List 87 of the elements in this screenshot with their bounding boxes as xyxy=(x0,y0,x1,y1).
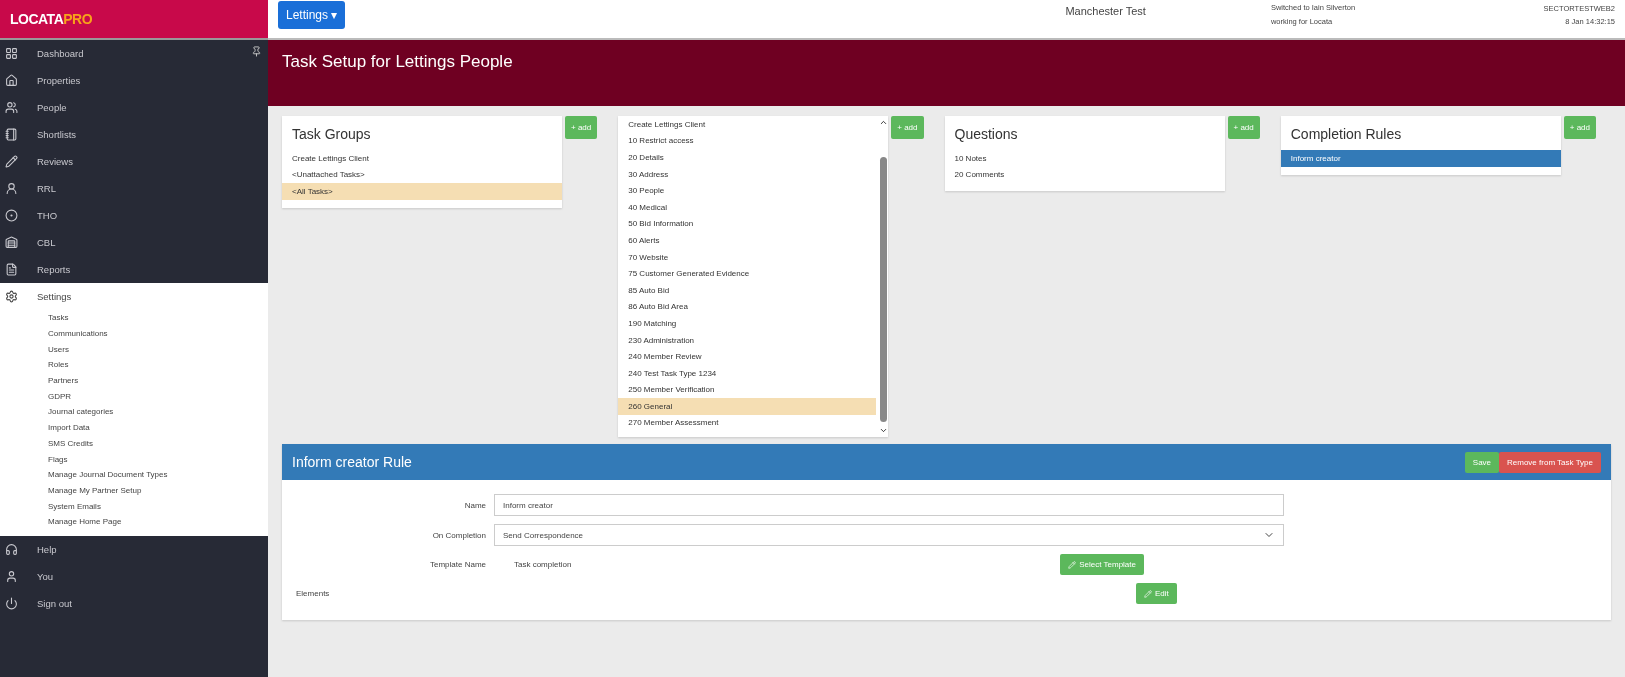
nav-item[interactable]: People xyxy=(37,102,67,113)
nav-subitem[interactable]: Partners xyxy=(48,376,79,386)
nav-subitem[interactable]: Users xyxy=(48,344,69,354)
nav-subitem[interactable]: System Emails xyxy=(48,501,101,511)
list-item[interactable]: 20 Comments xyxy=(944,166,1225,184)
list-item[interactable]: 260 General xyxy=(618,398,877,415)
nav-subitem[interactable]: SMS Credits xyxy=(48,438,93,448)
page-title: Task Setup for Lettings People xyxy=(282,52,514,72)
list-item[interactable]: 10 Notes xyxy=(944,150,1225,167)
nav-item[interactable]: Settings xyxy=(37,291,72,302)
list-item[interactable]: 70 Website xyxy=(618,248,877,266)
nav-item[interactable]: Dashboard xyxy=(37,48,84,59)
pencil-icon xyxy=(1144,589,1152,598)
nav-item[interactable]: Reports xyxy=(37,264,71,275)
nav-subitem[interactable]: Flags xyxy=(48,454,68,464)
headset-icon xyxy=(5,542,19,556)
nav-item[interactable]: Help xyxy=(37,543,57,555)
list-item[interactable]: 60 Alerts xyxy=(618,232,877,249)
nav-item[interactable]: RRL xyxy=(37,183,56,194)
list-item[interactable]: Inform creator xyxy=(1280,150,1561,167)
nav-item[interactable]: THO xyxy=(37,210,58,221)
list-item[interactable]: <All Tasks> xyxy=(282,183,562,200)
list-item[interactable]: 85 Auto Bid xyxy=(618,281,877,299)
nav-subitem[interactable]: Import Data xyxy=(48,423,90,433)
nav-subitem[interactable]: Manage Journal Document Types xyxy=(48,470,168,480)
list-item[interactable]: 230 Administration xyxy=(618,331,877,349)
list-item[interactable]: 190 Matching xyxy=(618,315,877,332)
pencil-icon xyxy=(1068,560,1077,569)
list-item[interactable]: 270 Member Assessment xyxy=(618,414,877,432)
panel-title: Inform creator Rule xyxy=(292,454,412,470)
list-item[interactable]: 86 Auto Bid Area xyxy=(618,298,877,316)
list-item[interactable]: 240 Member Review xyxy=(618,348,877,365)
list-item[interactable]: 50 Bid Information xyxy=(618,215,877,233)
list-item[interactable]: <Unattached Tasks> xyxy=(282,166,562,184)
list-item[interactable]: 240 Test Task Type 1234 xyxy=(618,364,877,382)
list-item[interactable]: 250 Member Verification xyxy=(618,381,877,399)
list-item[interactable]: 40 Medical xyxy=(618,198,877,216)
card-title: Questions xyxy=(953,126,1019,144)
card-title: Task Groups xyxy=(291,126,372,144)
field-label: Elements xyxy=(296,589,331,598)
nav-subitem[interactable]: Manage Home Page xyxy=(48,517,122,527)
field-label: Name xyxy=(463,500,486,510)
list-item[interactable]: 30 Address xyxy=(618,165,877,183)
nav-subitem[interactable]: Communications xyxy=(48,329,108,339)
notebook-icon xyxy=(5,128,19,141)
list-item[interactable]: Create Lettings Client xyxy=(618,116,877,133)
person-icon xyxy=(5,182,19,195)
settings-icon xyxy=(5,290,19,303)
people-icon xyxy=(5,101,19,114)
remove-button[interactable]: Remove from Task Type xyxy=(1499,451,1601,473)
list-item[interactable]: 75 Customer Generated Evidence xyxy=(618,265,877,282)
pencil-icon xyxy=(5,155,19,168)
user-icon xyxy=(5,569,19,583)
organisation-name: Manchester Test xyxy=(1065,5,1146,17)
pin-icon[interactable] xyxy=(251,46,262,57)
on-completion-select[interactable]: Send Correspondence xyxy=(494,524,1284,546)
circle-icon xyxy=(5,209,19,222)
field-label: On Completion xyxy=(431,530,486,540)
list-item[interactable]: Create Lettings Client xyxy=(282,150,562,167)
logo: LOCATAPRO xyxy=(10,11,93,27)
nav-item[interactable]: Shortlists xyxy=(37,129,77,140)
module-dropdown[interactable]: Lettings ▾ xyxy=(278,1,346,29)
nav-item[interactable]: You xyxy=(37,570,54,582)
template-name: Task completion xyxy=(513,560,572,569)
grid-icon xyxy=(5,47,19,60)
field-label: Template Name xyxy=(428,560,486,569)
nav-subitem[interactable]: Manage My Partner Setup xyxy=(48,485,142,495)
nav-item[interactable]: Reviews xyxy=(37,156,73,167)
document-icon xyxy=(5,263,19,276)
house-icon xyxy=(5,74,19,87)
list-item[interactable]: 10 Restrict access xyxy=(618,132,877,150)
list-item[interactable]: 20 Details xyxy=(618,149,877,166)
scroll-down-icon[interactable] xyxy=(878,426,888,435)
building-icon xyxy=(5,236,19,249)
nav-item[interactable]: Properties xyxy=(37,75,81,86)
name-field[interactable]: Inform creator xyxy=(494,494,1284,516)
nav-subitem[interactable]: Tasks xyxy=(48,313,69,323)
nav-subitem[interactable]: Journal categories xyxy=(48,407,114,417)
list-item[interactable]: 30 People xyxy=(618,182,877,199)
scroll-up-icon[interactable] xyxy=(878,118,888,127)
scrollbar-thumb[interactable] xyxy=(879,157,887,422)
nav-subitem[interactable]: GDPR xyxy=(48,391,72,401)
nav-subitem[interactable]: Roles xyxy=(48,360,69,370)
nav-item[interactable]: Sign out xyxy=(37,597,72,609)
power-icon xyxy=(5,596,19,610)
nav-item[interactable]: CBL xyxy=(37,237,56,248)
card-title: Completion Rules xyxy=(1289,126,1403,144)
